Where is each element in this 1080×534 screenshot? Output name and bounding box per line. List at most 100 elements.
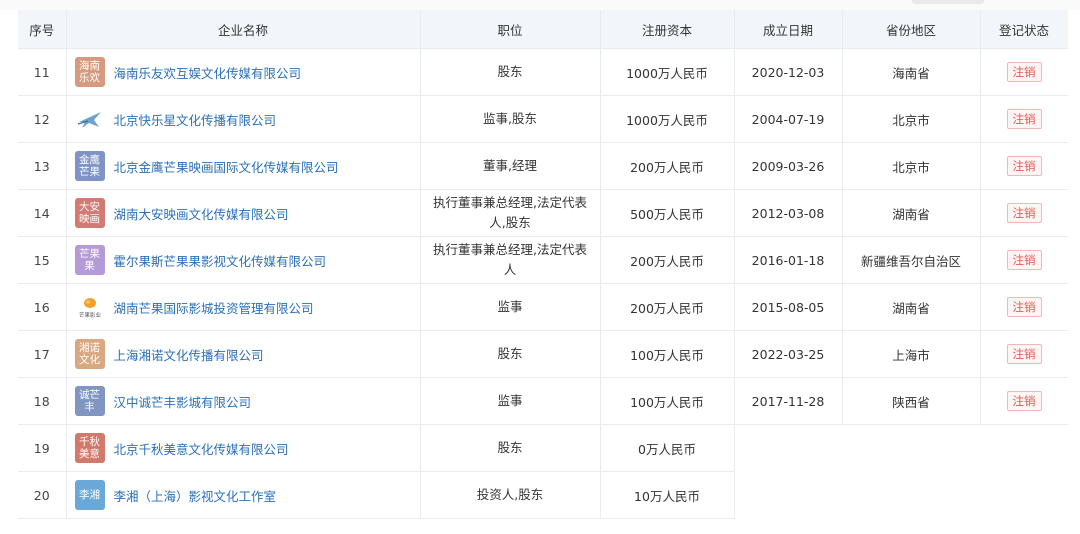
company-logo-icon: 诚芒丰 bbox=[74, 386, 105, 416]
cell-index: 14 bbox=[18, 189, 67, 237]
header-established-date: 成立日期 bbox=[734, 10, 843, 49]
cell-company: 芒果影业 湖南芒果国际影城投资管理有限公司 bbox=[66, 283, 421, 331]
cell-established-date: 2004-07-19 bbox=[734, 95, 843, 143]
table-row: 20 李湘 李湘（上海）影视文化工作室 投资人,股东 10万人民币 bbox=[18, 471, 1068, 519]
cell-index: 11 bbox=[18, 48, 67, 96]
cell-company: 海南 乐欢 海南乐友欢互娱文化传媒有限公司 bbox=[66, 48, 421, 96]
cell-established-date: 2012-03-08 bbox=[734, 189, 843, 237]
status-badge: 注销 bbox=[1006, 344, 1042, 364]
cell-established-date: 2022-03-25 bbox=[734, 330, 843, 378]
cell-established-date: 2009-03-26 bbox=[734, 142, 843, 190]
cell-position: 监事 bbox=[420, 283, 601, 331]
logo-text-line: 千秋 bbox=[79, 436, 100, 448]
cell-index: 16 bbox=[18, 283, 67, 331]
logo-text-line: 大安 bbox=[79, 201, 100, 213]
company-table-wrapper: 序号 企业名称 职位 注册资本 成立日期 省份地区 登记状态 11 海南 乐欢 海南乐… bbox=[18, 10, 1068, 534]
position-text: 监事 bbox=[497, 393, 523, 408]
cell-region: 湖南省 bbox=[842, 189, 981, 237]
table-row: 13 金鹰 芒果 北京金鹰芒果映画国际文化传媒有限公司 董事,经理 200万人民币 2009… bbox=[18, 142, 1068, 190]
cell-index: 12 bbox=[18, 95, 67, 143]
company-name-link[interactable]: 湖南芒果国际影城投资管理有限公司 bbox=[114, 298, 314, 317]
cell-region: 上海市 bbox=[842, 330, 981, 378]
cell-registration-status: 注销 bbox=[980, 189, 1068, 237]
position-text: 执行董事兼总经理,法定代表人 bbox=[433, 242, 587, 277]
header-position: 职位 bbox=[420, 10, 601, 49]
cell-index: 15 bbox=[18, 236, 67, 284]
table-row: 19 千秋 美意 北京千秋美意文化传媒有限公司 股东 0万人民币 bbox=[18, 424, 1068, 472]
table-row: 18 诚芒丰 汉中诚芒丰影城有限公司 监事 100万人民币 2017-11-28 陕西省 注销 bbox=[18, 377, 1068, 425]
company-logo-icon: 海南 乐欢 bbox=[74, 57, 105, 87]
logo-text-line: 芒果 bbox=[79, 166, 100, 178]
cell-index: 19 bbox=[18, 424, 67, 472]
table-row: 16 芒果影业 湖南芒果国际影城投资管理有限公司 监事 200万人民币 2015-08-0… bbox=[18, 283, 1068, 331]
cell-registered-capital: 200万人民币 bbox=[600, 142, 735, 190]
cell-position: 执行董事兼总经理,法定代表人,股东 bbox=[420, 189, 601, 237]
cell-position: 投资人,股东 bbox=[420, 471, 601, 519]
cell-region: 新疆维吾尔自治区 bbox=[842, 236, 981, 284]
logo-text-line: 金鹰 bbox=[79, 154, 100, 166]
company-name-link[interactable]: 北京快乐星文化传播有限公司 bbox=[114, 110, 277, 129]
cell-established-date bbox=[734, 471, 842, 519]
company-name-link[interactable]: 霍尔果斯芒果果影视文化传媒有限公司 bbox=[114, 251, 327, 270]
cell-registration-status: 注销 bbox=[980, 377, 1068, 425]
cell-region bbox=[842, 424, 980, 472]
company-logo-icon: 李湘 bbox=[74, 480, 105, 510]
cell-company: 千秋 美意 北京千秋美意文化传媒有限公司 bbox=[66, 424, 421, 472]
header-company-name: 企业名称 bbox=[66, 10, 421, 49]
cell-index: 18 bbox=[18, 377, 67, 425]
company-name-link[interactable]: 北京金鹰芒果映画国际文化传媒有限公司 bbox=[114, 157, 339, 176]
cell-registered-capital: 0万人民币 bbox=[600, 424, 735, 472]
logo-text-line: 海南 bbox=[79, 60, 100, 72]
cell-registered-capital: 1000万人民币 bbox=[600, 48, 735, 96]
top-strip bbox=[0, 0, 1080, 10]
table-row: 17 湘诺 文化 上海湘诺文化传播有限公司 股东 100万人民币 2022-03-25 上海市… bbox=[18, 330, 1068, 378]
company-logo-icon: 湘诺 文化 bbox=[74, 339, 105, 369]
star-logo-icon bbox=[74, 104, 105, 134]
cell-registration-status bbox=[980, 424, 1068, 472]
cell-registered-capital: 200万人民币 bbox=[600, 236, 735, 284]
cell-position: 股东 bbox=[420, 424, 601, 472]
company-name-link[interactable]: 海南乐友欢互娱文化传媒有限公司 bbox=[114, 63, 302, 82]
header-registration-status: 登记状态 bbox=[980, 10, 1068, 49]
cell-position: 董事,经理 bbox=[420, 142, 601, 190]
cell-index: 13 bbox=[18, 142, 67, 190]
cell-position: 监事,股东 bbox=[420, 95, 601, 143]
company-name-link[interactable]: 湖南大安映画文化传媒有限公司 bbox=[114, 204, 289, 223]
top-pill bbox=[912, 0, 984, 4]
table-header-row: 序号 企业名称 职位 注册资本 成立日期 省份地区 登记状态 bbox=[18, 10, 1068, 49]
cell-registered-capital: 100万人民币 bbox=[600, 330, 735, 378]
cell-company: 湘诺 文化 上海湘诺文化传播有限公司 bbox=[66, 330, 421, 378]
cell-established-date: 2015-08-05 bbox=[734, 283, 843, 331]
company-logo-icon: 金鹰 芒果 bbox=[74, 151, 105, 181]
cell-company: 北京快乐星文化传播有限公司 bbox=[66, 95, 421, 143]
mango-logo-caption: 芒果影业 bbox=[78, 311, 101, 319]
company-name-link[interactable]: 汉中诚芒丰影城有限公司 bbox=[114, 392, 252, 411]
company-name-link[interactable]: 北京千秋美意文化传媒有限公司 bbox=[114, 439, 289, 458]
logo-text-line: 芒果果 bbox=[79, 248, 100, 272]
table-row: 15 芒果果 霍尔果斯芒果果影视文化传媒有限公司 执行董事兼总经理,法定代表人 200万… bbox=[18, 236, 1068, 284]
cell-region: 海南省 bbox=[842, 48, 981, 96]
position-text: 监事,股东 bbox=[483, 111, 537, 126]
company-logo-icon: 大安 映画 bbox=[74, 198, 105, 228]
company-name-link[interactable]: 李湘（上海）影视文化工作室 bbox=[114, 486, 277, 505]
company-name-link[interactable]: 上海湘诺文化传播有限公司 bbox=[114, 345, 264, 364]
cell-established-date: 2020-12-03 bbox=[734, 48, 843, 96]
cell-registration-status: 注销 bbox=[980, 95, 1068, 143]
mango-logo-icon: 芒果影业 bbox=[74, 292, 105, 322]
logo-text-line: 文化 bbox=[79, 354, 100, 366]
cell-position: 股东 bbox=[420, 330, 601, 378]
cell-company: 李湘 李湘（上海）影视文化工作室 bbox=[66, 471, 421, 519]
position-text: 股东 bbox=[497, 64, 523, 79]
logo-text-line: 李湘 bbox=[79, 489, 100, 501]
logo-text-line: 湘诺 bbox=[79, 342, 100, 354]
cell-index: 20 bbox=[18, 471, 67, 519]
cell-region: 陕西省 bbox=[842, 377, 981, 425]
header-region: 省份地区 bbox=[842, 10, 981, 49]
cell-region: 北京市 bbox=[842, 95, 981, 143]
cell-region: 北京市 bbox=[842, 142, 981, 190]
company-logo-icon: 千秋 美意 bbox=[74, 433, 105, 463]
position-text: 股东 bbox=[497, 440, 523, 455]
status-badge: 注销 bbox=[1006, 62, 1042, 82]
cell-company: 芒果果 霍尔果斯芒果果影视文化传媒有限公司 bbox=[66, 236, 421, 284]
logo-text-line: 诚芒丰 bbox=[79, 389, 100, 413]
